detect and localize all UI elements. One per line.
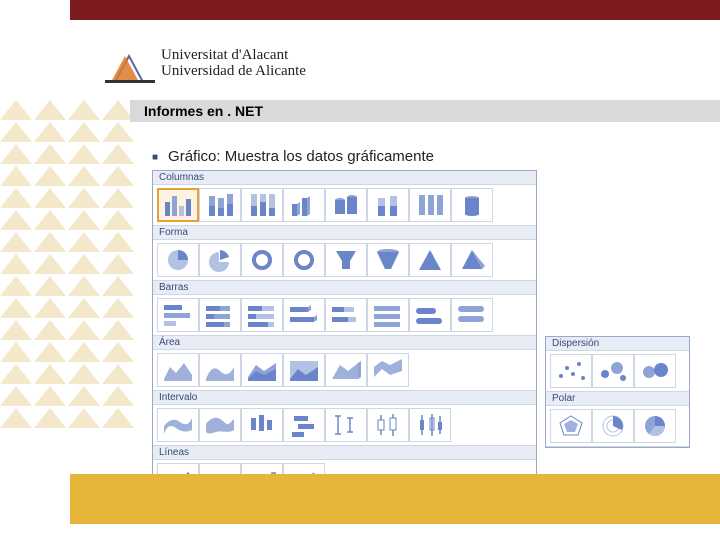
university-name: Universitat d'Alacant Universidad de Ali… <box>161 48 306 80</box>
chart-bubble[interactable] <box>592 354 634 388</box>
chart-bar-cyl-2[interactable] <box>451 298 493 332</box>
chart-column-3d-stacked[interactable] <box>367 188 409 222</box>
section-label: Intervalo <box>153 391 536 405</box>
gallery-section-intervalo: Intervalo <box>153 391 536 446</box>
gallery-section-barras: Barras <box>153 281 536 336</box>
chart-bar-stacked[interactable] <box>199 298 241 332</box>
section-label: Dispersión <box>546 337 689 351</box>
chart-rangebar[interactable] <box>283 408 325 442</box>
chart-pyramid[interactable] <box>409 243 451 277</box>
slide-title-bar: Informes en . NET <box>130 100 720 122</box>
chart-rangecolumn[interactable] <box>241 408 283 442</box>
section-label: Área <box>153 336 536 350</box>
section-label: Forma <box>153 226 536 240</box>
chart-type-gallery: Columnas Forma Barras <box>152 170 537 502</box>
chart-errorbar[interactable] <box>325 408 367 442</box>
chart-doughnut-2[interactable] <box>283 243 325 277</box>
chart-range-smooth[interactable] <box>199 408 241 442</box>
section-label: Líneas <box>153 446 536 460</box>
bullet-item: Gráfico: Muestra los datos gráficamente <box>152 148 434 165</box>
university-logo-block: Universitat d'Alacant Universidad de Ali… <box>105 44 306 84</box>
chart-pie[interactable] <box>157 243 199 277</box>
chart-radar[interactable] <box>550 409 592 443</box>
chart-funnel-3d[interactable] <box>367 243 409 277</box>
chart-area-3d[interactable] <box>325 353 367 387</box>
chart-bar-clustered[interactable] <box>157 298 199 332</box>
chart-polar[interactable] <box>592 409 634 443</box>
chart-bar-cyl[interactable] <box>409 298 451 332</box>
chart-area-100[interactable] <box>283 353 325 387</box>
chart-area-smooth[interactable] <box>199 353 241 387</box>
header-bar <box>70 0 720 20</box>
chart-column-cylinder[interactable] <box>325 188 367 222</box>
section-label: Polar <box>546 392 689 406</box>
chart-bubble-3d[interactable] <box>634 354 676 388</box>
gallery-section-columnas: Columnas <box>153 171 536 226</box>
chart-pyramid-3d[interactable] <box>451 243 493 277</box>
chart-column-stacked[interactable] <box>199 188 241 222</box>
chart-candlestick[interactable] <box>409 408 451 442</box>
section-label: Barras <box>153 281 536 295</box>
chart-column-3d-100[interactable] <box>409 188 451 222</box>
chart-range[interactable] <box>157 408 199 442</box>
university-line-2: Universidad de Alicante <box>161 64 306 80</box>
chart-scatter[interactable] <box>550 354 592 388</box>
chart-area-stacked[interactable] <box>241 353 283 387</box>
chart-bar-3d-stacked[interactable] <box>325 298 367 332</box>
chart-area-range[interactable] <box>367 353 409 387</box>
footer-bar <box>70 474 720 524</box>
chart-funnel[interactable] <box>325 243 367 277</box>
chart-column-100stacked[interactable] <box>241 188 283 222</box>
chart-column-clustered[interactable] <box>157 188 199 222</box>
chart-doughnut[interactable] <box>241 243 283 277</box>
chart-bar-100stacked[interactable] <box>241 298 283 332</box>
bullet-text: Gráfico: Muestra los datos gráficamente <box>168 148 434 165</box>
chart-column-3d[interactable] <box>283 188 325 222</box>
slide-title: Informes en . NET <box>144 103 263 119</box>
chart-area[interactable] <box>157 353 199 387</box>
chart-bar-3d[interactable] <box>283 298 325 332</box>
decorative-triangle-pattern <box>0 100 140 460</box>
university-line-1: Universitat d'Alacant <box>161 48 306 64</box>
chart-column-cylinder-2[interactable] <box>451 188 493 222</box>
gallery-section-area: Área <box>153 336 536 391</box>
gallery-section-forma: Forma <box>153 226 536 281</box>
chart-polar-filled[interactable] <box>634 409 676 443</box>
chart-boxplot[interactable] <box>367 408 409 442</box>
section-label: Columnas <box>153 171 536 185</box>
chart-type-side-gallery: Dispersión Polar <box>545 336 690 448</box>
chart-bar-3d-100[interactable] <box>367 298 409 332</box>
chart-pie-exploded[interactable] <box>199 243 241 277</box>
university-logo-icon <box>105 44 155 84</box>
